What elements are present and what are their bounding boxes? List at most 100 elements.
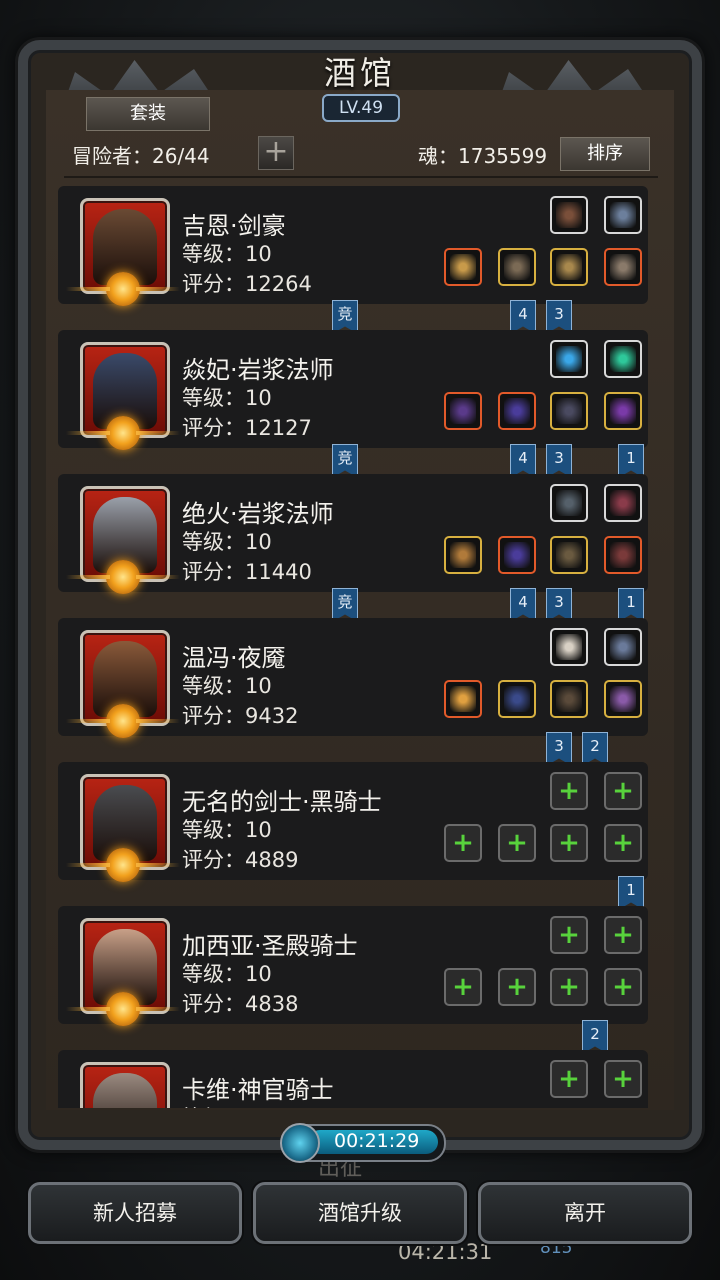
clock-icon [280, 1123, 320, 1163]
empty-equip-slot[interactable]: + [550, 824, 588, 862]
equip-slot[interactable] [604, 248, 642, 286]
item-icon [610, 490, 636, 516]
equip-slot[interactable] [550, 248, 588, 286]
hero-score: 评分：4838 [182, 992, 299, 1016]
item-icon [556, 202, 582, 228]
equip-slot[interactable] [604, 628, 642, 666]
item-icon [504, 398, 530, 424]
add-icon: + [612, 828, 634, 858]
sort-button[interactable]: 排序 [560, 137, 650, 171]
equip-slot[interactable] [550, 196, 588, 234]
set-count-tag: 1 [618, 876, 644, 910]
hero-level: 等级：10 [182, 530, 272, 554]
soul-count: 魂：1735599 [418, 144, 548, 168]
add-icon: + [612, 1064, 634, 1094]
equip-slot[interactable] [550, 484, 588, 522]
empty-equip-slot[interactable]: + [604, 824, 642, 862]
equip-slot[interactable] [604, 392, 642, 430]
hero-face [93, 1073, 157, 1108]
equip-slot[interactable] [604, 340, 642, 378]
equip-slot[interactable] [604, 484, 642, 522]
hero-name: 吉恩·剑豪 [182, 212, 286, 240]
equip-slot[interactable] [498, 680, 536, 718]
item-icon [610, 346, 636, 372]
item-icon [504, 542, 530, 568]
item-icon [450, 254, 476, 280]
set-count-tag: 4 [510, 588, 536, 622]
hero-card[interactable]: 焱妃·岩浆法师 等级：10 评分：12127 [58, 330, 648, 450]
set-count-tag: 3 [546, 732, 572, 766]
add-icon: + [558, 972, 580, 1002]
hero-name: 绝火·岩浆法师 [182, 500, 334, 528]
add-icon: + [558, 1064, 580, 1094]
add-icon: + [452, 828, 474, 858]
empty-equip-slot[interactable]: + [550, 968, 588, 1006]
equip-slot[interactable] [444, 680, 482, 718]
equip-slot[interactable] [550, 680, 588, 718]
hero-name: 焱妃·岩浆法师 [182, 356, 334, 384]
rank-emblem-icon [66, 848, 140, 882]
empty-equip-slot[interactable]: + [604, 1060, 642, 1098]
equip-slot[interactable] [604, 196, 642, 234]
hero-card[interactable]: 卡维·神官骑士等级 + + [58, 1050, 648, 1108]
set-count-tag: 4 [510, 300, 536, 334]
add-icon: + [558, 920, 580, 950]
add-icon: + [612, 972, 634, 1002]
hero-card[interactable]: 绝火·岩浆法师 等级：10 评分：11440 [58, 474, 648, 594]
item-icon [556, 634, 582, 660]
equip-slot[interactable] [550, 628, 588, 666]
equip-slot[interactable] [550, 536, 588, 574]
add-icon: + [558, 776, 580, 806]
equip-slot[interactable] [444, 392, 482, 430]
item-icon [504, 686, 530, 712]
empty-equip-slot[interactable]: + [550, 916, 588, 954]
equip-slot[interactable] [604, 680, 642, 718]
upgrade-tavern-button[interactable]: 酒馆升级 [253, 1182, 467, 1244]
hero-name: 卡维·神官骑士 [182, 1076, 334, 1104]
empty-equip-slot[interactable]: + [604, 968, 642, 1006]
leave-button[interactable]: 离开 [478, 1182, 692, 1244]
equip-slot[interactable] [444, 536, 482, 574]
recruit-button[interactable]: 新人招募 [28, 1182, 242, 1244]
hero-score: 评分：12127 [182, 416, 312, 440]
add-icon: + [612, 776, 634, 806]
empty-equip-slot[interactable]: + [498, 824, 536, 862]
hero-level: 等级 [182, 1102, 224, 1108]
empty-equip-slot[interactable]: + [604, 772, 642, 810]
empty-equip-slot[interactable]: + [444, 824, 482, 862]
hero-name: 加西亚·圣殿骑士 [182, 932, 358, 960]
equip-slot[interactable] [550, 340, 588, 378]
set-count-tag: 3 [546, 444, 572, 478]
arena-tag: 竞 [332, 444, 358, 478]
add-icon: + [612, 920, 634, 950]
equip-slot[interactable] [498, 536, 536, 574]
hero-card[interactable]: 无名的剑士·黑骑士 等级：10 评分：4889 + + + + + + [58, 762, 648, 882]
equip-slot[interactable] [604, 536, 642, 574]
tavern-level-badge: LV.49 [322, 94, 400, 122]
equip-slot[interactable] [498, 392, 536, 430]
hero-portrait[interactable] [80, 1062, 170, 1108]
hero-level: 等级：10 [182, 242, 272, 266]
timer-text: 00:21:29 [334, 1130, 420, 1152]
set-count-tag: 2 [582, 732, 608, 766]
equip-slot[interactable] [498, 248, 536, 286]
item-icon [556, 346, 582, 372]
hero-card[interactable]: 加西亚·圣殿骑士 等级：10 评分：4838 + + + + + + [58, 906, 648, 1026]
equip-slot[interactable] [550, 392, 588, 430]
item-icon [450, 686, 476, 712]
hero-list[interactable]: 吉恩·剑豪 等级：10 评分：12264 竞 4 3 焱妃·岩浆法师 等级：10 评分：1212… [58, 186, 658, 1108]
add-slot-button[interactable]: + [258, 136, 294, 170]
arena-tag: 竞 [332, 300, 358, 334]
add-icon: + [506, 828, 528, 858]
empty-equip-slot[interactable]: + [498, 968, 536, 1006]
empty-equip-slot[interactable]: + [604, 916, 642, 954]
empty-equip-slot[interactable]: + [550, 1060, 588, 1098]
hero-score: 评分：9432 [182, 704, 299, 728]
equip-slot[interactable] [444, 248, 482, 286]
set-button[interactable]: 套装 [86, 97, 210, 131]
hero-card[interactable]: 温冯·夜魇 等级：10 评分：9432 [58, 618, 648, 738]
hero-card[interactable]: 吉恩·剑豪 等级：10 评分：12264 [58, 186, 648, 306]
empty-equip-slot[interactable]: + [550, 772, 588, 810]
rank-emblem-icon [66, 272, 140, 306]
empty-equip-slot[interactable]: + [444, 968, 482, 1006]
